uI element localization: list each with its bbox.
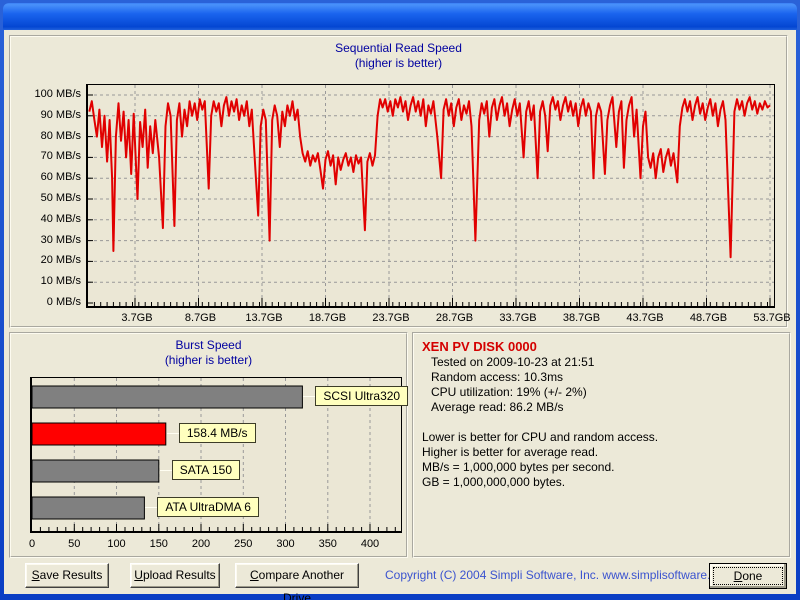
x-tick-label: 33.7GB <box>499 312 536 324</box>
y-tick-label: 60 MB/s <box>11 171 81 183</box>
hdtach-window: HD Tach version 3.0.4.0 - For non-commer… <box>0 0 800 600</box>
burst-x-tick-label: 150 <box>150 538 168 550</box>
sequential-chart-subtitle: (higher is better) <box>11 56 786 70</box>
bar-value-label: SCSI Ultra320 <box>315 386 408 406</box>
y-tick-label: 90 MB/s <box>11 109 81 121</box>
info-notes: Lower is better for CPU and random acces… <box>422 430 781 490</box>
x-tick-label: 48.7GB <box>690 312 727 324</box>
y-tick-label: 40 MB/s <box>11 213 81 225</box>
sequential-read-panel: Sequential Read Speed (higher is better)… <box>9 35 788 328</box>
x-tick-label: 8.7GB <box>185 312 216 324</box>
y-tick-label: 0 MB/s <box>11 296 81 308</box>
x-tick-label: 53.7GB <box>753 312 790 324</box>
x-tick-label: 13.7GB <box>245 312 282 324</box>
drive-name: XEN PV DISK 0000 <box>422 339 781 355</box>
y-tick-label: 80 MB/s <box>11 130 81 142</box>
bar-value-label: ATA UltraDMA 6 <box>157 497 259 517</box>
y-tick-label: 30 MB/s <box>11 234 81 246</box>
y-tick-label: 20 MB/s <box>11 254 81 266</box>
y-tick-label: 10 MB/s <box>11 275 81 287</box>
burst-chart-subtitle: (higher is better) <box>11 353 406 367</box>
bar-value-label: SATA 150 <box>172 460 240 480</box>
compare-another-drive-button[interactable]: Compare Another Drive <box>235 563 359 588</box>
info-note-line: Higher is better for average read. <box>422 445 781 460</box>
x-tick-label: 43.7GB <box>626 312 663 324</box>
client-area: Sequential Read Speed (higher is better)… <box>4 30 796 594</box>
cpu-utilization-line: CPU utilization: 19% (+/- 2%) <box>431 385 781 400</box>
burst-x-tick-label: 400 <box>361 538 379 550</box>
upload-results-button[interactable]: Upload Results <box>130 563 220 588</box>
x-tick-label: 28.7GB <box>436 312 473 324</box>
y-tick-label: 50 MB/s <box>11 192 81 204</box>
bar-value-label: 158.4 MB/s <box>179 423 256 443</box>
bar-label-connector <box>145 507 157 508</box>
sequential-read-line-chart <box>88 85 774 306</box>
done-button[interactable]: Done <box>709 563 787 589</box>
sequential-read-plot <box>86 84 775 308</box>
title-bar[interactable]: HD Tach version 3.0.4.0 - For non-commer… <box>3 3 797 30</box>
burst-x-tick-label: 50 <box>68 538 80 550</box>
burst-x-tick-label: 0 <box>29 538 35 550</box>
save-results-button[interactable]: Save Results <box>25 563 109 588</box>
x-tick-label: 3.7GB <box>121 312 152 324</box>
info-note-line: MB/s = 1,000,000 bytes per second. <box>422 460 781 475</box>
x-tick-label: 23.7GB <box>372 312 409 324</box>
burst-x-tick-label: 250 <box>234 538 252 550</box>
y-tick-label: 70 MB/s <box>11 150 81 162</box>
burst-x-tick-label: 300 <box>276 538 294 550</box>
burst-speed-panel: Burst Speed (higher is better) SCSI Ultr… <box>9 332 408 558</box>
sequential-chart-title: Sequential Read Speed <box>11 41 786 55</box>
copyright-text: Copyright (C) 2004 Simpli Software, Inc.… <box>385 568 733 582</box>
y-tick-label: 100 MB/s <box>11 88 81 100</box>
tested-on-line: Tested on 2009-10-23 at 21:51 <box>431 355 781 370</box>
burst-x-tick-label: 200 <box>192 538 210 550</box>
info-note-line: Lower is better for CPU and random acces… <box>422 430 781 445</box>
bar-label-connector <box>167 433 179 434</box>
drive-info-panel: XEN PV DISK 0000 Tested on 2009-10-23 at… <box>412 332 791 558</box>
random-access-line: Random access: 10.3ms <box>431 370 781 385</box>
burst-x-tick-label: 100 <box>107 538 125 550</box>
burst-x-tick-label: 350 <box>319 538 337 550</box>
info-note-line: GB = 1,000,000,000 bytes. <box>422 475 781 490</box>
average-read-line: Average read: 86.2 MB/s <box>431 400 781 415</box>
x-tick-label: 18.7GB <box>309 312 346 324</box>
x-tick-label: 38.7GB <box>563 312 600 324</box>
burst-chart-title: Burst Speed <box>11 338 406 352</box>
bar-label-connector <box>160 470 172 471</box>
bar-label-connector <box>303 396 315 397</box>
